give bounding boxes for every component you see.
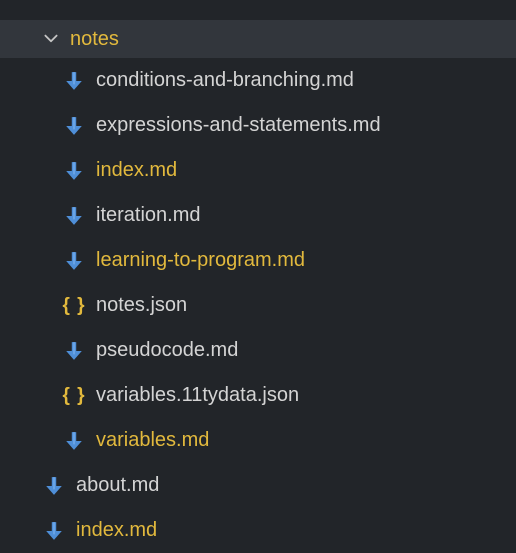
markdown-icon bbox=[42, 521, 66, 541]
file-label: expressions-and-statements.md bbox=[96, 114, 381, 137]
file-label: variables.md bbox=[96, 429, 209, 452]
file-label: learning-to-program.md bbox=[96, 249, 305, 272]
file-explorer-tree: notes conditions-and-branching.md express… bbox=[0, 0, 516, 553]
markdown-icon bbox=[62, 206, 86, 226]
folder-siblings: about.md index.md bbox=[0, 463, 516, 553]
json-icon: { } bbox=[62, 295, 86, 317]
markdown-icon bbox=[62, 71, 86, 91]
file-label: pseudocode.md bbox=[96, 339, 238, 362]
file-label: iteration.md bbox=[96, 204, 201, 227]
file-label: about.md bbox=[76, 474, 159, 497]
file-row[interactable]: conditions-and-branching.md bbox=[0, 58, 516, 103]
markdown-icon bbox=[62, 116, 86, 136]
folder-row-notes[interactable]: notes bbox=[0, 20, 516, 58]
file-row[interactable]: variables.md bbox=[0, 418, 516, 463]
file-row[interactable]: learning-to-program.md bbox=[0, 238, 516, 283]
folder-label: notes bbox=[70, 28, 119, 51]
file-label: conditions-and-branching.md bbox=[96, 69, 354, 92]
file-row[interactable]: iteration.md bbox=[0, 193, 516, 238]
markdown-icon bbox=[62, 251, 86, 271]
file-label: index.md bbox=[76, 519, 157, 542]
markdown-icon bbox=[62, 431, 86, 451]
file-row[interactable]: { } notes.json bbox=[0, 283, 516, 328]
folder-children: conditions-and-branching.md expressions-a… bbox=[0, 58, 516, 463]
markdown-icon bbox=[62, 161, 86, 181]
markdown-icon bbox=[42, 476, 66, 496]
file-label: index.md bbox=[96, 159, 177, 182]
file-row[interactable]: about.md bbox=[0, 463, 516, 508]
json-icon: { } bbox=[62, 385, 86, 407]
file-label: variables.11tydata.json bbox=[96, 384, 299, 407]
file-row[interactable]: { } variables.11tydata.json bbox=[0, 373, 516, 418]
file-row[interactable]: index.md bbox=[0, 148, 516, 193]
file-row[interactable]: expressions-and-statements.md bbox=[0, 103, 516, 148]
file-row[interactable]: pseudocode.md bbox=[0, 328, 516, 373]
file-row[interactable]: index.md bbox=[0, 508, 516, 553]
markdown-icon bbox=[62, 341, 86, 361]
chevron-down-icon bbox=[42, 30, 60, 48]
file-label: notes.json bbox=[96, 294, 187, 317]
